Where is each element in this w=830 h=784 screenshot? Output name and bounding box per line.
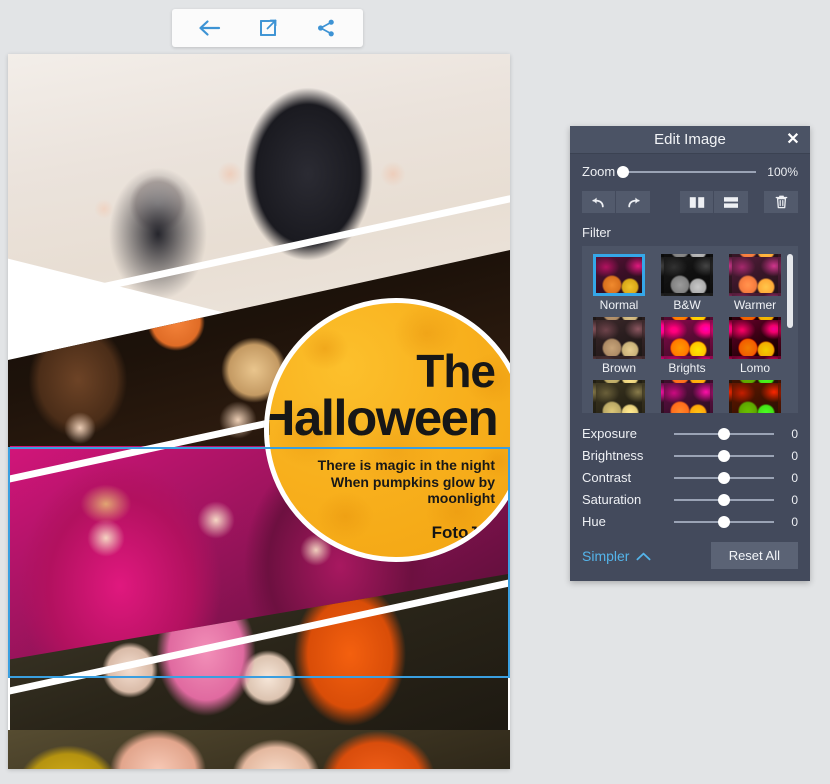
filter-thumbnail	[729, 380, 781, 413]
adjustment-slider-track[interactable]	[674, 471, 774, 484]
filter-thumbnail	[593, 254, 645, 296]
chevron-up-icon	[636, 548, 651, 564]
zoom-label: Zoom	[582, 164, 616, 179]
adjustment-slider-knob[interactable]	[718, 515, 730, 528]
adjustment-slider-knob[interactable]	[718, 493, 730, 506]
card-subtitle-line2: When pumpkins glow by moonlight	[330, 473, 495, 507]
adjustment-row: Contrast 0	[582, 467, 798, 488]
collage-canvas[interactable]: The Halloween There is magic in the nigh…	[8, 54, 510, 769]
adjustment-value: 0	[791, 426, 798, 441]
close-icon[interactable]: ✕	[784, 131, 802, 148]
adjustment-label: Exposure	[582, 426, 637, 441]
card-subtitle: There is magic in the night When pumpkin…	[293, 457, 495, 507]
flip-vertical-icon	[723, 196, 739, 209]
edit-image-panel: Edit Image ✕ Zoom 100% Filter Normal B&W…	[570, 126, 810, 581]
filter-item-label: Normal	[599, 298, 639, 312]
share-icon	[316, 18, 336, 38]
adjustment-slider-track[interactable]	[674, 427, 774, 440]
share-button[interactable]	[306, 11, 346, 45]
filter-section-label: Filter	[582, 225, 611, 240]
card-subtitle-line1: There is magic in the night	[317, 457, 495, 474]
adjustment-label: Brightness	[582, 448, 644, 463]
flip-horizontal-icon	[689, 196, 705, 209]
adjustments-list: Exposure 0 Brightness 0 Contrast 0 Saturation 0…	[582, 423, 798, 532]
filter-thumbnail	[729, 254, 781, 296]
filter-thumbnail	[661, 254, 713, 296]
filter-thumbnail	[729, 317, 781, 359]
card-title-line2: Halloween	[264, 390, 499, 447]
filter-item[interactable]: Brights	[658, 317, 716, 375]
filter-item[interactable]: Normal	[590, 254, 648, 312]
filter-scrollbar-thumb[interactable]	[787, 254, 793, 328]
adjustment-label: Contrast	[582, 470, 632, 485]
adjustment-slider-track[interactable]	[674, 493, 774, 506]
undo-icon	[591, 196, 606, 209]
filter-thumbnail	[593, 317, 645, 359]
filter-item[interactable]	[590, 380, 648, 413]
edit-panel-header: Edit Image ✕	[570, 126, 810, 154]
zoom-control: Zoom 100%	[582, 164, 798, 179]
filter-grid: Normal B&W Warmer Brown Brights Lomo	[590, 254, 786, 413]
filter-item[interactable]	[726, 380, 784, 413]
filter-thumbnail	[661, 380, 713, 413]
filter-item-label: B&W	[673, 298, 701, 312]
reset-all-button[interactable]: Reset All	[710, 542, 798, 569]
filter-thumbnail	[661, 317, 713, 359]
simpler-toggle[interactable]: Simpler	[582, 548, 651, 564]
adjustment-value: 0	[791, 448, 798, 463]
zoom-slider-track[interactable]	[617, 165, 756, 178]
adjustment-slider-knob[interactable]	[718, 449, 730, 462]
flip-horizontal-button[interactable]	[680, 191, 714, 213]
adjustment-row: Saturation 0	[582, 489, 798, 510]
filter-item[interactable]	[658, 380, 716, 413]
adjustment-label: Hue	[582, 514, 606, 529]
filter-item-label: Warmer	[733, 298, 777, 312]
adjustment-row: Brightness 0	[582, 445, 798, 466]
filter-list[interactable]: Normal B&W Warmer Brown Brights Lomo	[582, 246, 798, 413]
edit-tools-row	[582, 191, 798, 213]
filter-item-label: Brights	[668, 361, 706, 375]
undo-button[interactable]	[582, 191, 616, 213]
filter-thumbnail	[593, 380, 645, 413]
open-button[interactable]	[248, 11, 288, 45]
filter-item[interactable]: Lomo	[726, 317, 784, 375]
zoom-value: 100%	[767, 164, 798, 179]
card-brand: FotoJet	[431, 522, 493, 542]
redo-button[interactable]	[616, 191, 650, 213]
adjustment-slider-knob[interactable]	[718, 427, 730, 440]
filter-item[interactable]: B&W	[658, 254, 716, 312]
adjustment-slider-track[interactable]	[674, 515, 774, 528]
filter-item[interactable]: Brown	[590, 317, 648, 375]
collage-photo-bottom[interactable]	[8, 730, 510, 769]
adjustment-value: 0	[791, 514, 798, 529]
delete-button[interactable]	[764, 191, 798, 213]
adjustment-slider-track[interactable]	[674, 449, 774, 462]
halloween-card[interactable]: The Halloween There is magic in the nigh…	[264, 298, 510, 562]
filter-scrollbar[interactable]	[787, 254, 793, 405]
top-toolbar	[172, 9, 363, 47]
back-arrow-icon	[198, 19, 222, 37]
adjustment-row: Hue 0	[582, 511, 798, 532]
edit-panel-footer: Simpler Reset All	[582, 542, 798, 569]
adjustment-label: Saturation	[582, 492, 642, 507]
card-title-line1: The	[416, 345, 496, 397]
filter-item-label: Lomo	[739, 361, 771, 375]
redo-icon	[626, 196, 641, 209]
trash-icon	[775, 195, 788, 209]
external-link-icon	[258, 18, 278, 38]
flip-vertical-button[interactable]	[714, 191, 748, 213]
adjustment-row: Exposure 0	[582, 423, 798, 444]
adjustment-value: 0	[791, 470, 798, 485]
adjustment-value: 0	[791, 492, 798, 507]
filter-item-label: Brown	[601, 361, 636, 375]
zoom-slider-knob[interactable]	[617, 165, 630, 178]
edit-panel-title: Edit Image	[654, 131, 726, 148]
filter-item[interactable]: Warmer	[726, 254, 784, 312]
simpler-label: Simpler	[582, 547, 630, 564]
adjustment-slider-knob[interactable]	[718, 471, 730, 484]
back-button[interactable]	[190, 11, 230, 45]
